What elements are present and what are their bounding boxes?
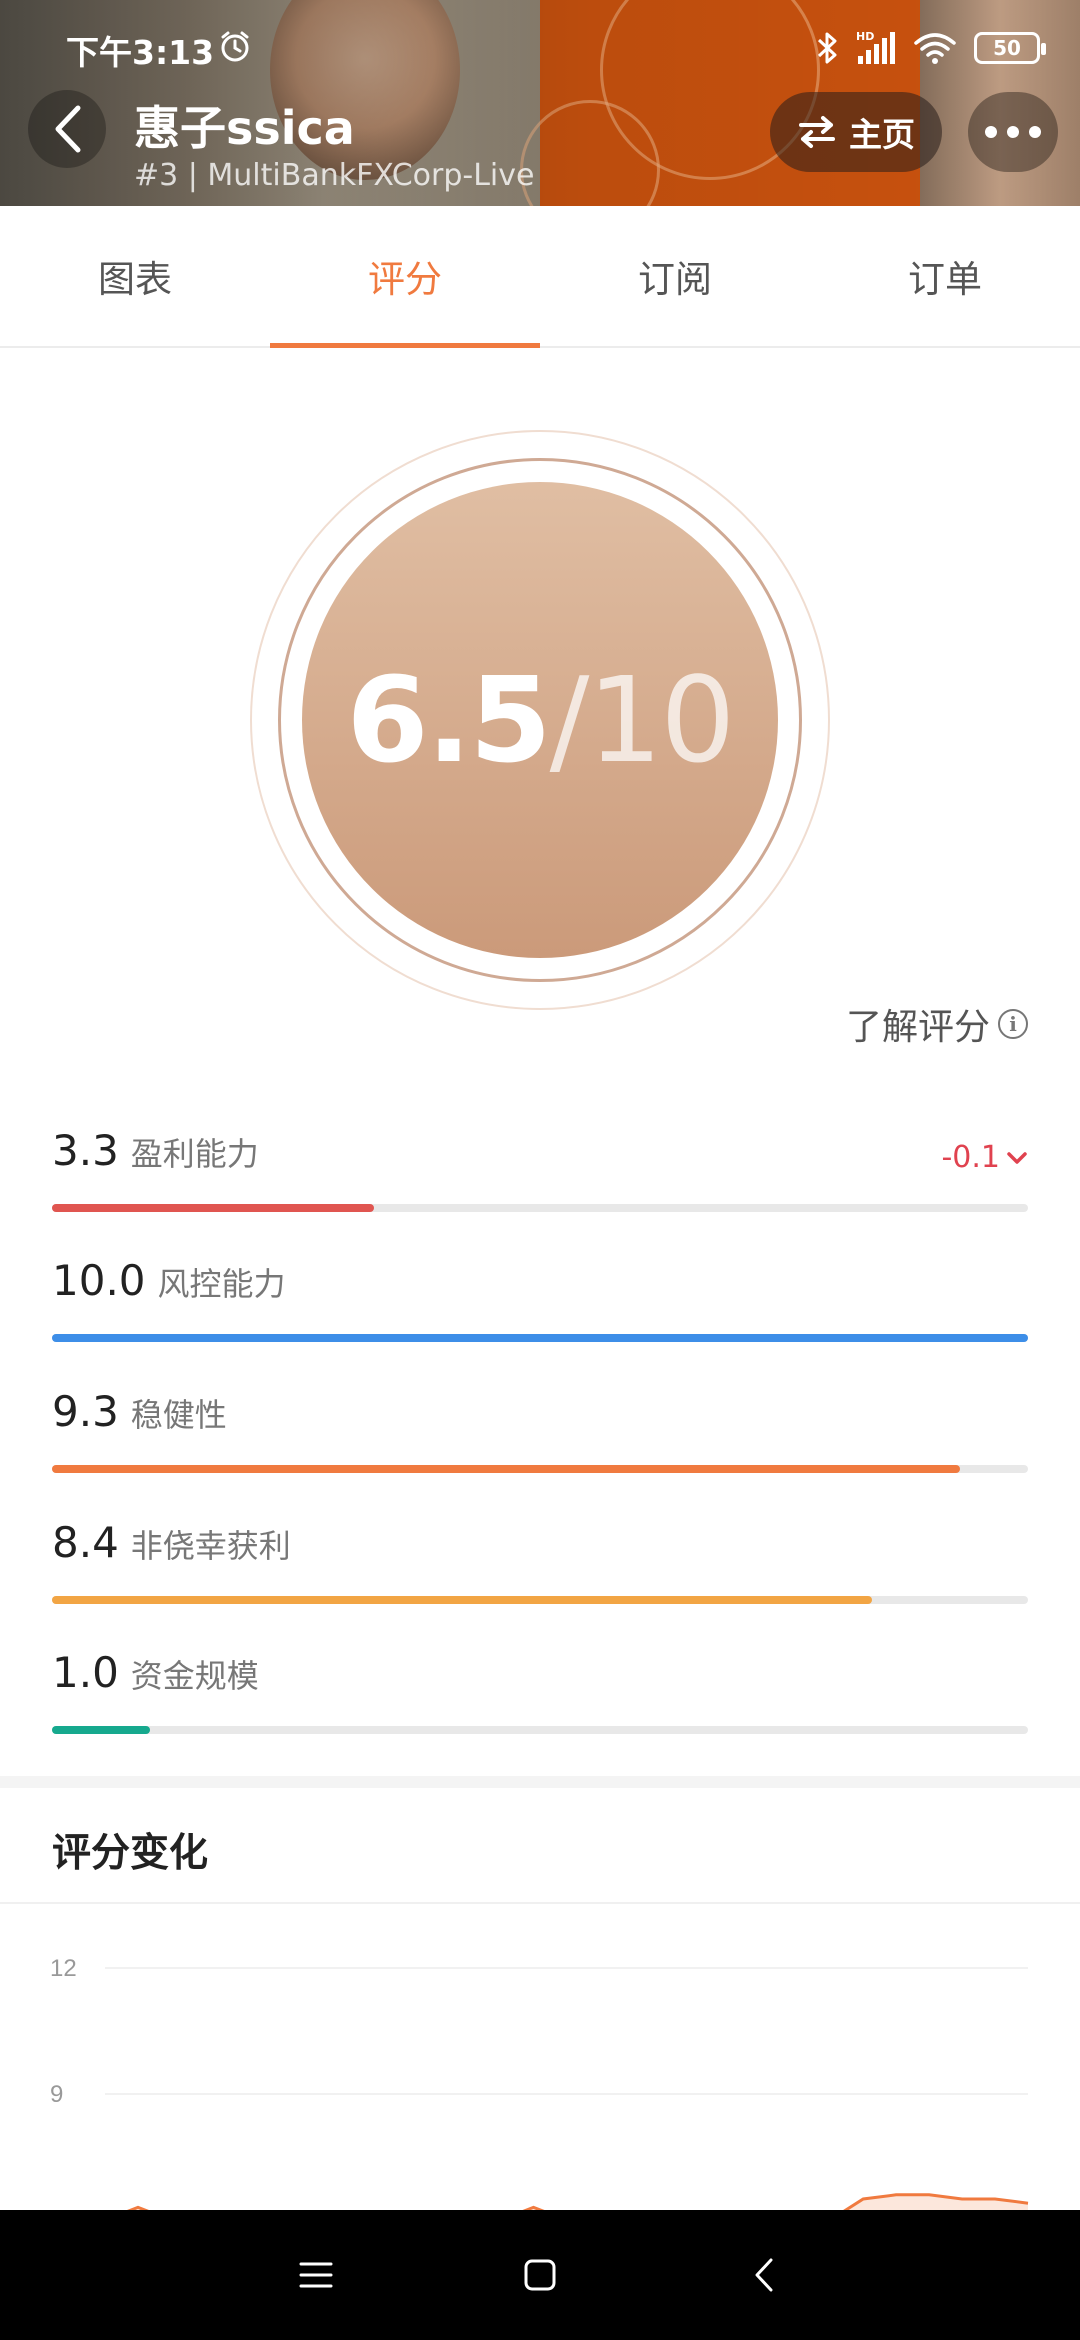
menu-icon bbox=[299, 2262, 333, 2288]
metric-change[interactable]: -0.1 bbox=[941, 1140, 1028, 1175]
battery-icon: 50 bbox=[974, 32, 1046, 64]
metric-bar-fill bbox=[52, 1204, 375, 1212]
bluetooth-icon bbox=[817, 32, 837, 64]
metric-bar-fill bbox=[52, 1726, 150, 1734]
chevron-down-icon bbox=[1007, 1151, 1027, 1164]
learn-score-label: 了解评分 bbox=[845, 1007, 990, 1048]
chart-y-tick-label: 12 bbox=[50, 1955, 77, 1982]
menu-button[interactable] bbox=[204, 2210, 428, 2340]
metric-profitability: 3.3 盈利能力 -0.1 bbox=[52, 1126, 1028, 1226]
score-denominator: /10 bbox=[549, 651, 736, 789]
metric-bar bbox=[52, 1596, 1028, 1604]
metric-stability: 9.3 稳健性 bbox=[52, 1387, 1028, 1487]
square-icon bbox=[524, 2259, 556, 2291]
metric-bar bbox=[52, 1204, 1028, 1212]
info-icon: i bbox=[998, 1009, 1028, 1039]
metric-bar bbox=[52, 1465, 1028, 1473]
metric-change-value: -0.1 bbox=[941, 1140, 1000, 1175]
status-bar: 下午3:13 HD 50 bbox=[0, 0, 1080, 96]
overall-score: 6.5/10 bbox=[346, 651, 736, 789]
more-button[interactable] bbox=[968, 92, 1058, 172]
metric-bar-fill bbox=[52, 1334, 1028, 1342]
score-change-title: 评分变化 bbox=[52, 1831, 209, 1876]
metric-value: 9.3 bbox=[52, 1387, 119, 1436]
metric-name: 资金规模 bbox=[130, 1657, 259, 1695]
metric-risk-control: 10.0 风控能力 bbox=[52, 1256, 1028, 1356]
score-change-chart: 12 9 bbox=[50, 1955, 1029, 2210]
metric-name: 非侥幸获利 bbox=[130, 1527, 291, 1565]
back-triangle-icon bbox=[755, 2258, 773, 2292]
metric-value: 1.0 bbox=[52, 1648, 119, 1697]
tab-bar: 图表 评分 订阅 订单 bbox=[0, 206, 1080, 348]
back-arrow-icon bbox=[55, 105, 81, 153]
alarm-icon bbox=[221, 31, 249, 62]
tab-score[interactable]: 评分 bbox=[270, 206, 540, 348]
more-dots-icon bbox=[985, 126, 1041, 138]
trader-name: 惠子ssica bbox=[134, 101, 355, 155]
trader-account: #3 | MultiBankFXCorp-Live bbox=[134, 158, 535, 193]
wifi-icon bbox=[914, 33, 956, 64]
metric-name: 稳健性 bbox=[130, 1396, 227, 1434]
metric-value: 10.0 bbox=[52, 1256, 146, 1305]
learn-score-link[interactable]: 了解评分 i bbox=[846, 998, 1028, 1050]
system-nav-bar bbox=[0, 2210, 1080, 2340]
home-button-label: 主页 bbox=[849, 115, 915, 154]
score-badge: 6.5/10 bbox=[240, 420, 840, 1020]
status-time: 下午3:13 bbox=[66, 33, 215, 72]
metric-bar-fill bbox=[52, 1596, 872, 1604]
metric-fund-size: 1.0 资金规模 bbox=[52, 1648, 1028, 1748]
metric-value: 8.4 bbox=[52, 1518, 119, 1567]
tab-chart[interactable]: 图表 bbox=[0, 206, 270, 346]
metric-name: 风控能力 bbox=[157, 1265, 286, 1303]
trader-header: 下午3:13 HD 50 惠子ssica #3 | MultiBankFXCor… bbox=[0, 0, 1080, 206]
back-nav-button[interactable] bbox=[652, 2210, 876, 2340]
chart-y-tick-label: 9 bbox=[50, 2081, 63, 2108]
svg-text:HD: HD bbox=[856, 30, 874, 43]
home-nav-button[interactable] bbox=[428, 2210, 652, 2340]
back-button[interactable] bbox=[28, 90, 106, 168]
metric-name: 盈利能力 bbox=[130, 1135, 259, 1173]
section-divider bbox=[0, 1776, 1080, 1788]
score-value: 6.5 bbox=[346, 651, 552, 789]
home-button[interactable]: 主页 bbox=[770, 92, 942, 172]
metric-non-luck-profit: 8.4 非侥幸获利 bbox=[52, 1518, 1028, 1618]
metric-bar bbox=[52, 1726, 1028, 1734]
metric-bar-fill bbox=[52, 1465, 960, 1473]
tab-subscribe[interactable]: 订阅 bbox=[540, 206, 810, 346]
swap-icon bbox=[799, 116, 835, 148]
signal-icon: HD bbox=[856, 30, 895, 64]
metric-value: 3.3 bbox=[52, 1126, 119, 1175]
metric-bar bbox=[52, 1334, 1028, 1342]
tab-orders[interactable]: 订单 bbox=[810, 206, 1080, 346]
